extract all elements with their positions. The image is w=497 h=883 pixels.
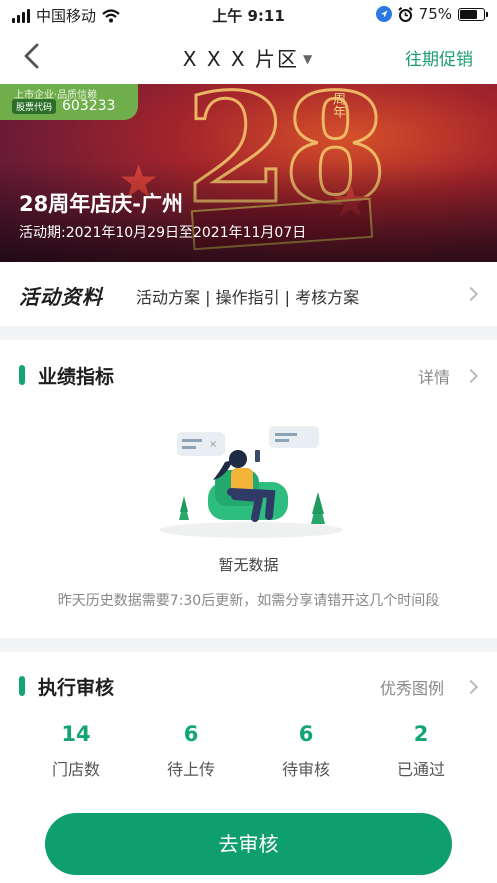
excellent-examples-link[interactable]: 优秀图例 <box>380 675 444 699</box>
materials-links[interactable]: 活动方案 | 操作指引 | 考核方案 <box>136 284 359 308</box>
alarm-icon <box>397 6 413 22</box>
past-promotions-link[interactable]: 往期促销 <box>405 45 473 70</box>
promo-banner[interactable]: 28 周年 ★ ★ 上市企业·品质信赖 股票代码 603233 28周年店庆-广… <box>0 84 497 262</box>
activity-materials-row[interactable]: 活动资料 活动方案 | 操作指引 | 考核方案 <box>0 262 497 326</box>
stat-value: 2 <box>413 722 429 746</box>
performance-detail-link[interactable]: 详情 <box>418 364 450 388</box>
stat-value: 6 <box>298 722 314 746</box>
stat-value: 6 <box>183 722 199 746</box>
logo-text-part2: 资料 <box>61 285 103 309</box>
chevron-right-icon <box>463 679 479 695</box>
activity-materials-logo: 活动资料 <box>19 281 103 310</box>
battery-icon <box>458 7 488 21</box>
banner-title: 28周年店庆-广州 <box>19 192 183 216</box>
caret-down-icon: ▼ <box>302 52 315 66</box>
status-right: 75% <box>375 5 488 23</box>
audit-card: 执行审核 优秀图例 14 门店数 6 待上传 6 待审核 2 已通过 去审核 <box>0 652 497 883</box>
battery-percent: 75% <box>418 5 452 23</box>
chevron-right-icon <box>463 368 479 384</box>
badge-code-label: 股票代码 <box>12 99 57 114</box>
performance-card: 业绩指标 详情 × 暂无数据 昨天历史数据需要7:30后更新，如需分享请错开这几… <box>0 340 497 638</box>
stat-label: 门店数 <box>51 760 100 779</box>
section-marker <box>19 676 25 696</box>
banner-period: 活动期:2021年10月29日至2021年11月07日 <box>19 225 307 241</box>
listed-company-badge: 上市企业·品质信赖 股票代码 603233 <box>0 84 138 120</box>
stat-store-count[interactable]: 14 门店数 <box>26 722 126 780</box>
stat-pending-review[interactable]: 6 待审核 <box>256 722 356 780</box>
section-marker <box>19 365 25 385</box>
stat-value: 14 <box>61 722 91 746</box>
empty-state-title: 暂无数据 <box>218 556 279 574</box>
location-icon <box>375 6 392 22</box>
stat-pending-upload[interactable]: 6 待上传 <box>141 722 241 780</box>
badge-code: 603233 <box>62 98 116 114</box>
stat-approved[interactable]: 2 已通过 <box>371 722 471 780</box>
chevron-right-icon <box>463 286 479 302</box>
logo-text-part1: 活动 <box>19 285 61 309</box>
empty-state-illustration: × <box>159 426 343 538</box>
go-review-button[interactable]: 去审核 <box>45 813 452 875</box>
stat-label: 已通过 <box>396 760 445 779</box>
stat-label: 待上传 <box>166 760 215 779</box>
audit-title: 执行审核 <box>38 677 115 699</box>
stat-label: 待审核 <box>281 760 330 779</box>
region-title: X X X 片区 <box>182 47 299 71</box>
nav-bar: X X X 片区 ▼ 往期促销 <box>0 28 497 84</box>
performance-title: 业绩指标 <box>38 366 115 388</box>
empty-state-note: 昨天历史数据需要7:30后更新，如需分享请错开这几个时间段 <box>57 593 440 609</box>
banner-anniversary-label: 周年 <box>330 92 345 118</box>
status-bar: 中国移动 上午 9:11 75% <box>0 0 497 28</box>
svg-text:×: × <box>209 439 217 450</box>
